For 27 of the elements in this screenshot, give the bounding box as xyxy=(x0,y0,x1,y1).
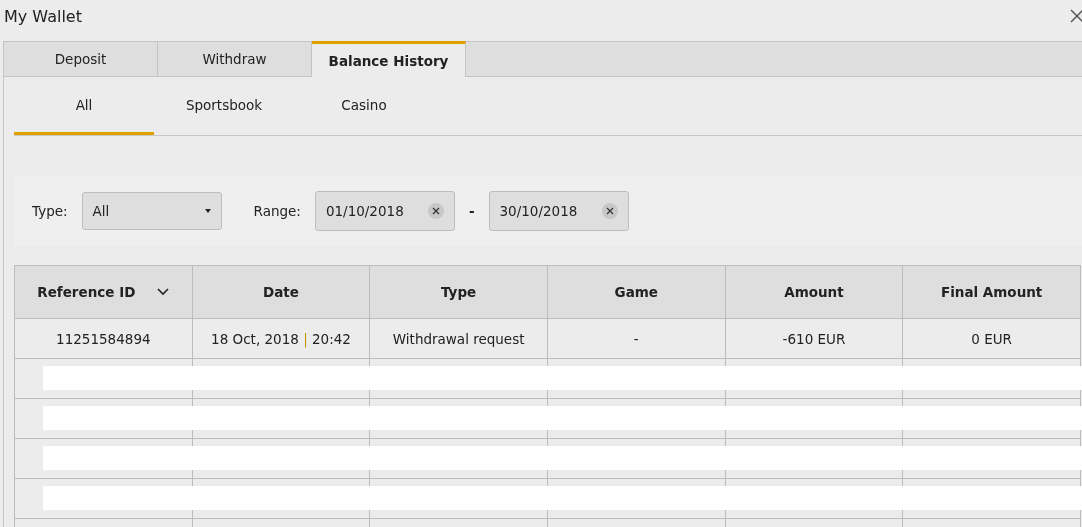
column-header[interactable]: Type xyxy=(369,265,548,319)
table-cell: 0 EUR xyxy=(902,318,1081,359)
table-cell: -610 EUR xyxy=(725,318,903,359)
range-separator: - xyxy=(468,203,475,219)
clear-icon[interactable] xyxy=(601,203,618,219)
column-header[interactable]: Amount xyxy=(725,265,903,319)
column-header[interactable]: Game xyxy=(547,265,726,319)
column-header[interactable]: Final Amount xyxy=(902,265,1081,319)
table-cell: 11251584894 xyxy=(14,318,193,359)
clear-icon[interactable] xyxy=(427,203,444,219)
window-title: My Wallet xyxy=(4,6,82,26)
range-label: Range: xyxy=(253,203,301,219)
caret-icon xyxy=(204,209,211,213)
date-field[interactable]: 01/10/2018 xyxy=(314,191,455,231)
date-field[interactable]: 30/10/2018 xyxy=(488,191,629,231)
subtab[interactable]: Casino xyxy=(294,77,434,135)
type-label: Type: xyxy=(32,203,68,219)
close-icon[interactable] xyxy=(1070,9,1082,23)
table-cell: Withdrawal request xyxy=(369,318,548,359)
table-cell: - xyxy=(547,318,726,359)
tab[interactable]: Balance History xyxy=(312,41,466,77)
type-dropdown[interactable]: All xyxy=(81,192,222,230)
column-header[interactable]: Date xyxy=(192,265,370,319)
subtab[interactable]: Sportsbook xyxy=(154,77,294,135)
table-cell: 18 Oct, 2018 | 20:42 xyxy=(192,318,370,359)
subtab[interactable]: All xyxy=(14,77,154,135)
column-header[interactable]: Reference ID xyxy=(14,265,193,319)
